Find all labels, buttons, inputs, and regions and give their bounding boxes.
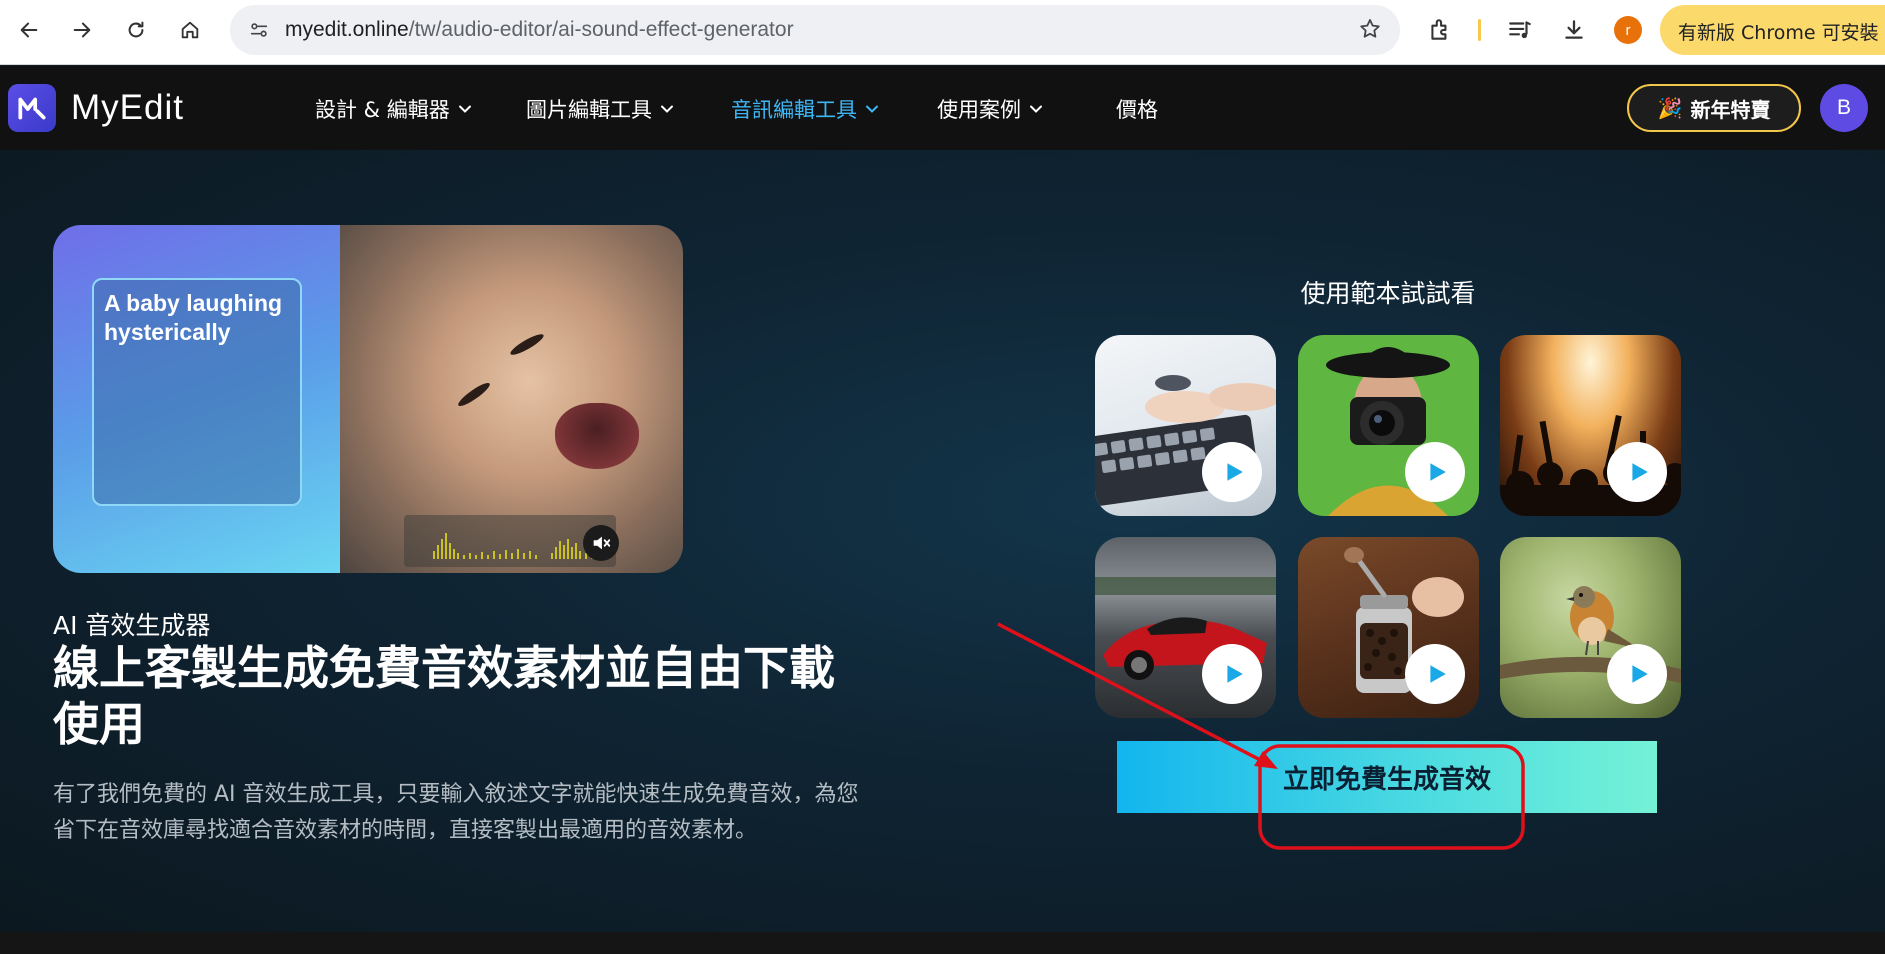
url-path: /tw/audio-editor/ai-sound-effect-generat… [408,18,794,41]
generate-sound-effect-button[interactable]: 立即免費生成音效 [1117,741,1657,813]
back-button[interactable] [11,12,47,48]
chevron-down-icon [661,105,673,113]
menu-photo-tools[interactable]: 圖片編輯工具 [526,94,674,124]
menu-label: 設計 & 編輯器 [315,98,450,122]
promo-label: 新年特賣 [1690,97,1771,122]
reload-button[interactable] [118,12,154,48]
demo-baby-image [340,225,683,573]
chrome-update-button[interactable]: 有新版 Chrome 可安裝 [1660,5,1885,55]
new-year-sale-button[interactable]: 🎉 新年特賣 [1627,84,1801,132]
menu-use-cases[interactable]: 使用案例 [937,94,1043,124]
play-icon [1430,665,1446,683]
sample-concert-crowd[interactable] [1500,335,1681,516]
play-icon [1227,665,1243,683]
chevron-down-icon [458,105,471,113]
demo-prompt-panel: A baby laughing hysterically [53,225,340,573]
arrow-right-icon [73,22,91,38]
play-button[interactable] [1405,442,1465,502]
tool-eyebrow: AI 音效生成器 [53,611,211,640]
home-icon [181,21,199,39]
party-popper-icon: 🎉 [1657,96,1683,120]
sample-bird-chirp[interactable] [1500,537,1681,718]
page-description: 有了我們免費的 AI 音效生成工具，只要輸入敘述文字就能快速生成免費音效，為您省… [53,782,859,843]
play-icon [1430,463,1446,481]
baby-eye [508,331,546,358]
menu-audio-tools[interactable]: 音訊編輯工具 [731,94,879,124]
demo-prompt-text: A baby laughing hysterically [92,278,302,506]
mute-button[interactable] [583,525,619,561]
footer-strip [0,932,1885,954]
reload-icon [128,21,144,38]
menu-label: 使用案例 [937,98,1021,122]
arrow-left-icon [20,22,38,38]
baby-eye [455,379,493,410]
sample-race-car[interactable] [1095,537,1276,718]
menu-label: 音訊編輯工具 [731,98,857,122]
home-button[interactable] [172,12,208,48]
myedit-logo-icon[interactable] [8,84,56,132]
samples-title: 使用範本試試看 [1300,279,1476,308]
menu-label: 圖片編輯工具 [526,98,652,122]
play-button[interactable] [1202,442,1262,502]
bookmark-star-icon[interactable] [1358,17,1382,45]
menu-pricing[interactable]: 價格 [1116,94,1158,124]
url-text[interactable]: myedit.online/tw/audio-editor/ai-sound-e… [285,18,794,42]
toolbar-separator [1478,19,1481,41]
play-button[interactable] [1607,644,1667,704]
sample-typing-keyboard[interactable] [1095,335,1276,516]
hero-section: A baby laughing hysterically AI 音效生成器 線上… [0,150,1885,932]
browser-toolbar: myedit.online/tw/audio-editor/ai-sound-e… [0,0,1885,65]
user-avatar[interactable]: B [1820,84,1868,132]
download-icon[interactable] [1558,14,1590,46]
play-icon [1227,463,1243,481]
chevron-down-icon [1030,105,1042,113]
extensions-icon[interactable] [1424,14,1456,46]
menu-label: 價格 [1116,98,1158,122]
site-info-icon[interactable] [244,15,274,45]
url-host: myedit.online [285,18,409,41]
site-header: MyEdit 設計 & 編輯器 圖片編輯工具 音訊編輯工具 使用案例 價格 🎉 … [0,66,1885,150]
play-button[interactable] [1405,644,1465,704]
menu-design-editor[interactable]: 設計 & 編輯器 [315,94,472,124]
play-button[interactable] [1202,644,1262,704]
browser-profile-avatar[interactable]: r [1614,16,1642,44]
play-icon [1632,463,1648,481]
logo-text[interactable]: MyEdit [71,88,184,128]
page-headline: 線上客製生成免費音效素材並自由下載使用 [53,641,835,751]
play-button[interactable] [1607,442,1667,502]
baby-mouth [555,403,639,469]
sample-coffee-grinder[interactable] [1298,537,1479,718]
media-control-icon[interactable] [1504,14,1536,46]
demo-video[interactable]: A baby laughing hysterically [53,225,683,573]
sample-camera-shutter[interactable] [1298,335,1479,516]
forward-button[interactable] [64,12,100,48]
chevron-down-icon [866,105,878,113]
play-icon [1632,665,1648,683]
address-bar[interactable]: myedit.online/tw/audio-editor/ai-sound-e… [230,5,1400,55]
speaker-muted-icon [593,536,611,550]
